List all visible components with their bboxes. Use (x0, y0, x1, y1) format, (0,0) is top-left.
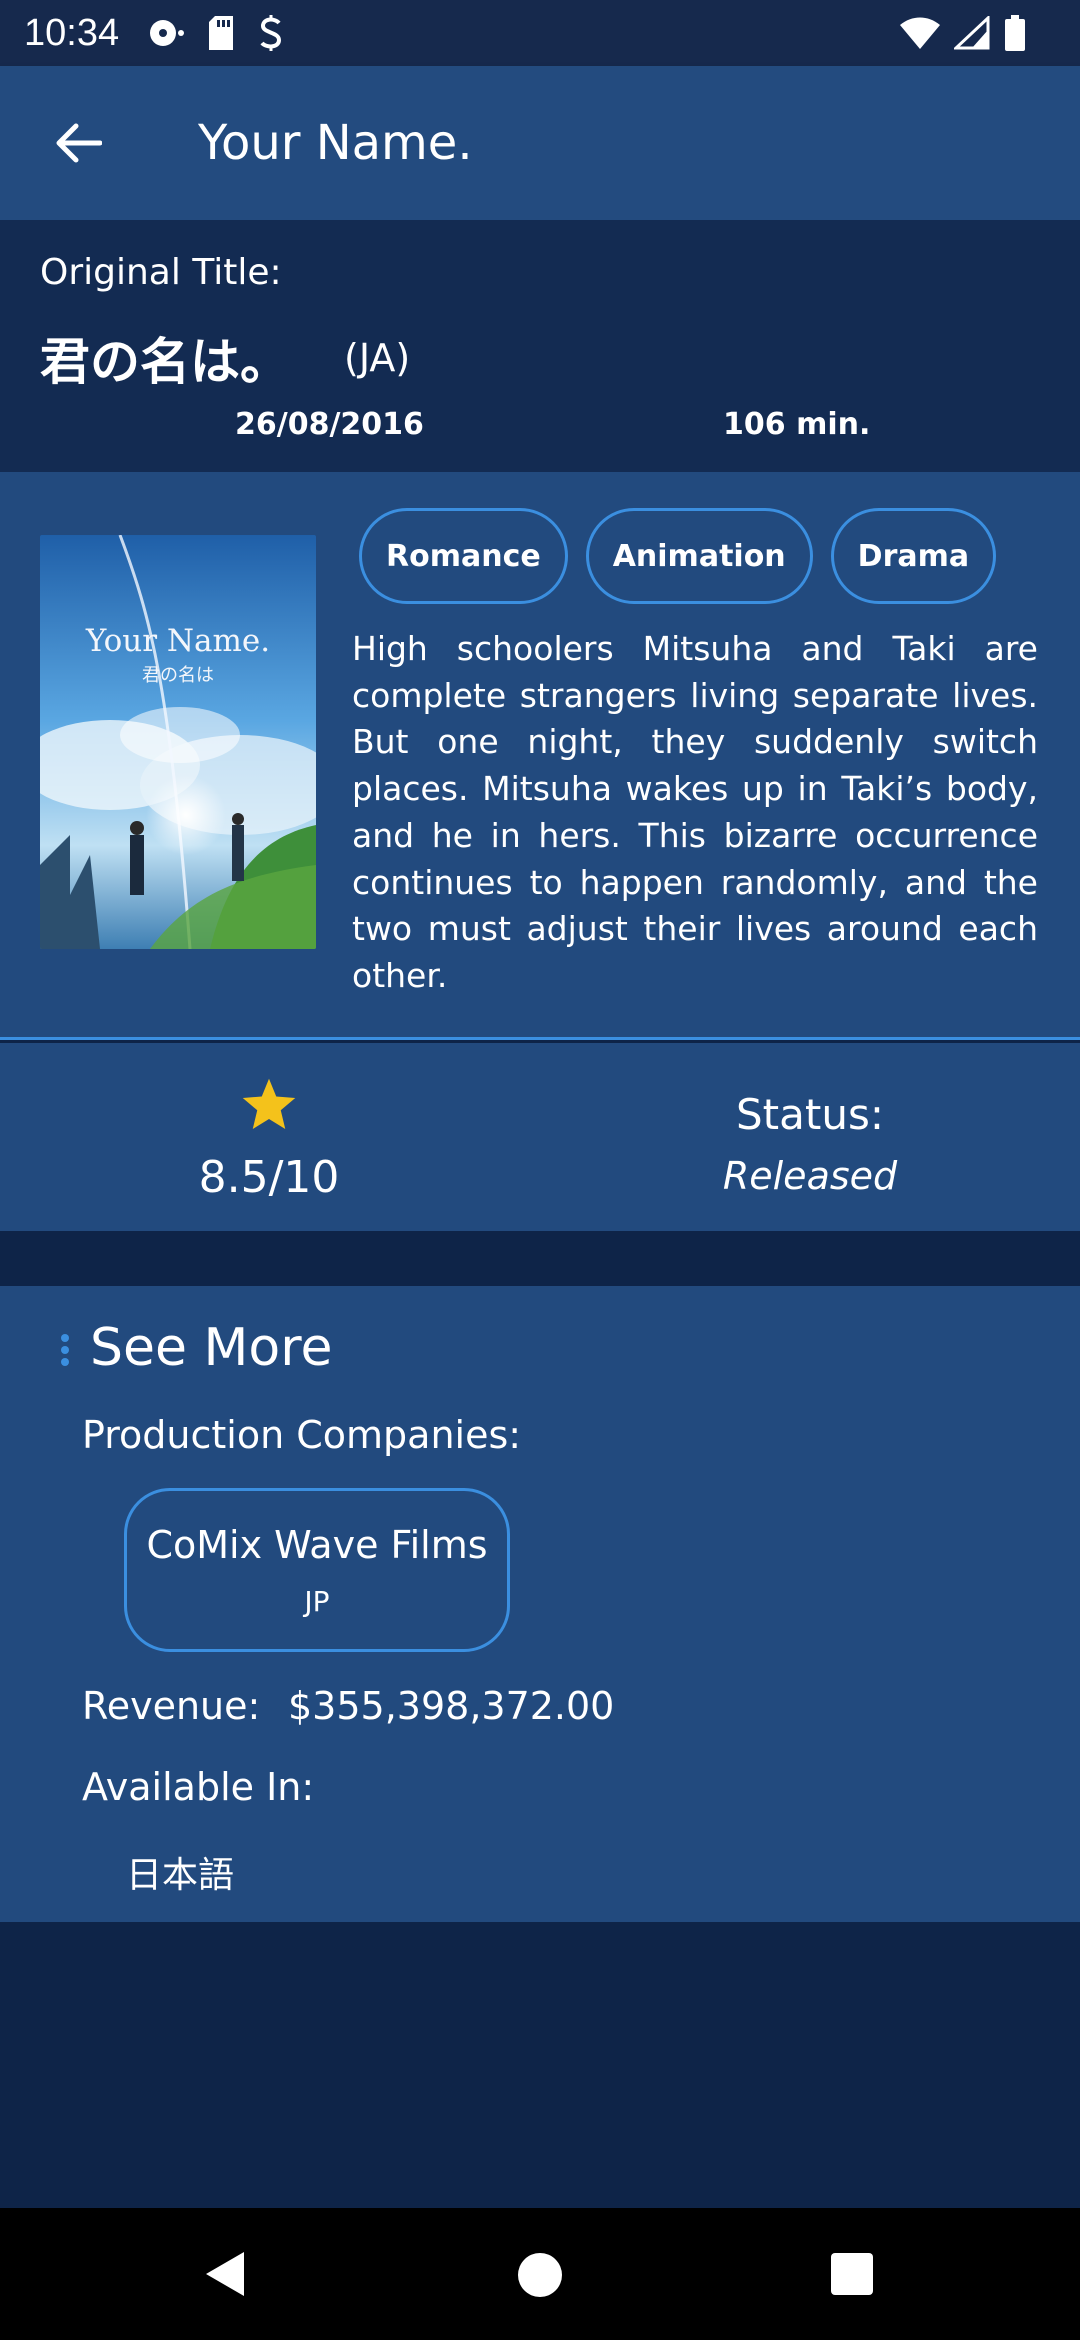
runtime: 106 min. (723, 407, 871, 442)
genre-chip-romance[interactable]: Romance (359, 508, 568, 604)
company-card[interactable]: CoMix Wave Films JP (124, 1488, 510, 1652)
more-vert-icon (61, 1334, 69, 1366)
back-button[interactable] (40, 105, 116, 181)
language-item: 日本語 (126, 1855, 235, 1896)
app-bar: Your Name. (0, 66, 1080, 220)
company-country: JP (304, 1584, 330, 1618)
revenue-label: Revenue: (82, 1684, 261, 1728)
movie-poster: Your Name. 君の名は (40, 535, 316, 949)
company-name: CoMix Wave Films (146, 1522, 488, 1567)
battery-icon (1005, 15, 1025, 51)
genre-chips: Romance Animation Drama (359, 508, 997, 604)
revenue-value: $355,398,372.00 (288, 1684, 615, 1728)
rating-value: 8.5/10 (198, 1152, 340, 1203)
sync-s-icon (260, 15, 282, 51)
original-title: 君の名は。 (40, 333, 290, 391)
cell-signal-icon (954, 16, 990, 50)
original-title-label: Original Title: (40, 252, 282, 293)
poster-subtitle-text: 君の名は (142, 665, 214, 686)
nav-back-icon[interactable] (202, 2250, 246, 2298)
original-language-code: (JA) (344, 336, 411, 380)
status-time: 10:34 (24, 11, 120, 54)
poster-artwork (40, 535, 316, 949)
production-companies-label: Production Companies: (82, 1413, 522, 1457)
status-icons-right (900, 15, 1026, 51)
status-icons-left (149, 15, 285, 51)
status-bar: 10:34 (0, 0, 1080, 66)
genre-chip-animation[interactable]: Animation (585, 508, 813, 604)
overview-text: High schoolers Mitsuha and Taki are comp… (352, 629, 1038, 995)
poster-title-text: Your Name. (85, 623, 271, 659)
page-title: Your Name. (198, 115, 473, 171)
star-icon (242, 1078, 296, 1129)
release-date: 26/08/2016 (235, 407, 424, 442)
wifi-icon (900, 17, 940, 49)
available-in-label: Available In: (82, 1765, 315, 1809)
nav-recents-icon[interactable] (831, 2253, 873, 2295)
status-value: Released (722, 1154, 898, 1198)
nav-home-icon[interactable] (518, 2253, 562, 2297)
sd-card-icon (209, 16, 234, 50)
genre-chip-drama[interactable]: Drama (830, 508, 997, 604)
media-notification-icon (150, 20, 185, 46)
see-more-title: See More (90, 1318, 333, 1378)
status-label: Status: (736, 1090, 884, 1139)
arrow-back-icon (56, 123, 102, 163)
